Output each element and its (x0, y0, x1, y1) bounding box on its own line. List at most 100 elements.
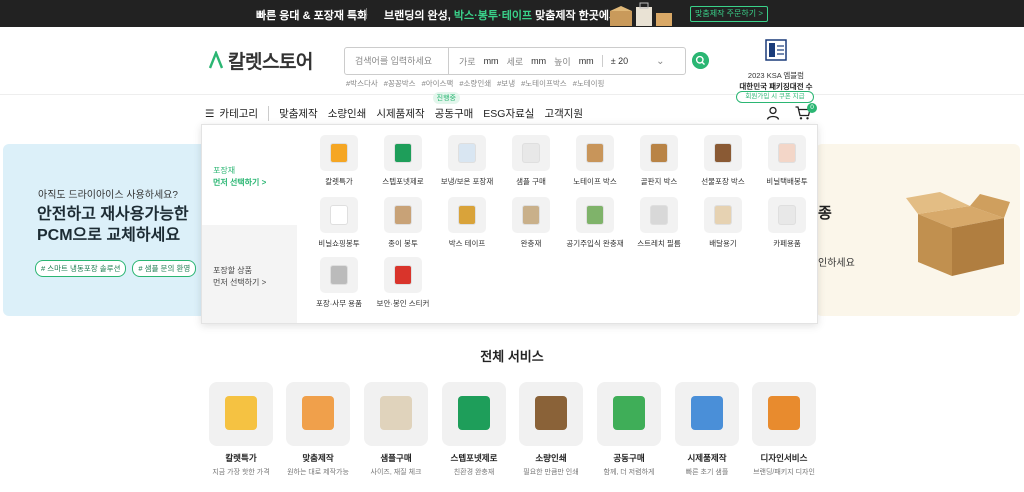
signup-coupon-button[interactable]: 회원가입 시 쿠폰 지급 (736, 91, 814, 103)
mega-menu-item[interactable]: 노테이프 박스 (563, 135, 627, 187)
nav-item-custom[interactable]: 맞춤제작 (279, 106, 318, 121)
custom-order-icon (286, 382, 350, 446)
tolerance-select[interactable]: ± 20 (611, 56, 628, 66)
mega-menu-item-label: 종이 봉투 (388, 239, 418, 248)
footprint-icon (442, 382, 506, 446)
insulated-pack-icon (448, 135, 486, 171)
mega-menu-item[interactable]: 배달용기 (691, 197, 755, 249)
main-nav: ☰ 카테고리 맞춤제작 소량인쇄 시제품제작 진행중 공동구매 ESG자료실 고… (205, 92, 593, 121)
mega-menu-item[interactable]: 카페용품 (755, 197, 819, 249)
width-unit: mm (483, 56, 499, 66)
banner-question: 아직도 드라이아이스 사용하세요? (38, 190, 178, 201)
nav-item-small-print[interactable]: 소량인쇄 (328, 106, 367, 121)
cushioning-icon (512, 197, 550, 233)
mega-menu-item[interactable]: 보냉/보온 포장재 (435, 135, 499, 187)
cart-count-badge: 0 (807, 103, 817, 113)
custom-order-button[interactable]: 맞춤제작 주문하기 > (690, 6, 768, 22)
service-card[interactable]: 공동구매함께, 더 저렴하게 (596, 382, 662, 477)
service-card[interactable]: 칼렛특가 지금 가장 핫한 가격 (208, 382, 274, 477)
search-icon[interactable] (692, 52, 709, 69)
mega-menu-item-label: 공기주입식 완충재 (566, 239, 624, 248)
tab-sublabel: 먼저 선택하기 > (213, 178, 267, 187)
service-card[interactable]: 샘플구매 사이즈, 재질 체크 (363, 382, 429, 477)
tab-sublabel: 먼저 선택하기 > (213, 278, 267, 287)
mega-menu-item[interactable]: 비닐택배봉투 (755, 135, 819, 187)
service-desc: 함께, 더 저렴하게 (603, 469, 655, 476)
mega-menu-item[interactable]: 샘플 구매 (499, 135, 563, 187)
mega-menu-item-label: 비닐쇼핑봉투 (318, 239, 360, 248)
box-promo-banner[interactable]: 종 인하세요 (816, 144, 1020, 316)
service-name: 스텝포넷제로 (450, 453, 498, 463)
chevron-down-icon[interactable]: ⌄ (656, 56, 664, 67)
header-divider (0, 94, 1024, 95)
ksa-emblem-icon (765, 39, 787, 61)
mega-menu-item-label: 스텝포넷제로 (382, 177, 424, 186)
mega-menu-item[interactable]: 칼렛특가 (307, 135, 371, 187)
stretch-film-icon (640, 197, 678, 233)
service-desc: 원하는 대로 제작가능 (287, 469, 349, 476)
mega-menu-item-label: 포장·사무 용품 (316, 299, 362, 308)
search-tag[interactable]: #박스다사 (346, 78, 378, 89)
search-tag[interactable]: #소량인쇄 (459, 78, 491, 89)
site-logo[interactable]: 칼렛스토어 (208, 48, 320, 73)
banner-chip[interactable]: # 샘플 문의 환영 (132, 260, 197, 277)
nav-item-prototype[interactable]: 시제품제작 (376, 106, 424, 121)
service-name: 칼렛특가 (225, 453, 257, 463)
mega-menu-item[interactable]: 비닐쇼핑봉투 (307, 197, 371, 249)
service-card[interactable]: 스텝포넷제로 친환경 완충재 (441, 382, 507, 477)
nav-item-support[interactable]: 고객지원 (544, 106, 583, 121)
search-tag[interactable]: #노테이핑 (573, 78, 605, 89)
banner-text-fragment: 종 (818, 205, 832, 222)
mega-menu-item[interactable]: 스트레치 필름 (627, 197, 691, 249)
search-tag[interactable]: #보냉 (497, 78, 515, 89)
tab-by-material[interactable]: 포장재 먼저 선택하기 > (202, 125, 297, 225)
mega-menu-item[interactable]: 골판지 박스 (627, 135, 691, 187)
search-tag[interactable]: #꽁꽁박스 (384, 78, 416, 89)
size-filter[interactable]: 가로 mm 세로 mm 높이 mm ± 20 ⌄ (449, 48, 665, 74)
mega-menu-item[interactable]: 보안·봉인 스티커 (371, 257, 435, 309)
search-input[interactable]: 검색어를 입력하세요 (345, 48, 449, 74)
paper-bag-icon (384, 197, 422, 233)
mega-menu-item[interactable]: 포장·사무 용품 (307, 257, 371, 309)
dims-divider (601, 55, 603, 67)
packaging-illustration-icon (610, 2, 672, 26)
service-card[interactable]: 소량인쇄 필요한 만큼만 인쇄 (518, 382, 584, 477)
service-name: 공동구매 (613, 453, 645, 463)
mega-menu-item-label: 샘플 구매 (516, 177, 546, 186)
mega-menu-item-label: 보냉/보온 포장재 (440, 177, 494, 186)
mega-menu-item[interactable]: 완충재 (499, 197, 563, 249)
gift-box-icon (704, 135, 742, 171)
tag-icon (320, 135, 358, 171)
mega-menu-item[interactable]: 박스 테이프 (435, 197, 499, 249)
service-card[interactable]: 시제품제작 빠른 초기 샘플 (674, 382, 740, 477)
banner-chips: # 스마트 냉동포장 솔루션 # 샘플 문의 환영 (35, 260, 197, 277)
mega-menu-item[interactable]: 종이 봉투 (371, 197, 435, 249)
office-supplies-icon (320, 257, 358, 293)
mega-menu-item-label: 박스 테이프 (448, 239, 486, 248)
category-label: 카테고리 (219, 108, 259, 120)
banner-chip[interactable]: # 스마트 냉동포장 솔루션 (35, 260, 127, 277)
category-mega-menu: 포장재 먼저 선택하기 > 포장할 상품 먼저 선택하기 > 칼렛특가 스텝포넷제… (201, 124, 818, 324)
tab-label: 포장재 (213, 166, 236, 175)
service-card[interactable]: 디자인서비스 브랜딩/패키지 디자인 (751, 382, 817, 477)
cardboard-box-illustration-icon (906, 192, 1010, 276)
user-icon[interactable] (766, 106, 780, 120)
service-desc: 브랜딩/패키지 디자인 (753, 469, 815, 476)
service-card[interactable]: 맞춤제작 원하는 대로 제작가능 (285, 382, 351, 477)
mega-menu-item[interactable]: 공기주입식 완충재 (563, 197, 627, 249)
nav-item-group-buy[interactable]: 진행중 공동구매 (432, 92, 473, 121)
depth-unit: mm (531, 56, 547, 66)
mega-menu-item-label: 카페용품 (773, 239, 801, 248)
nav-item-esg[interactable]: ESG자료실 (483, 106, 534, 121)
mega-menu-item[interactable]: 스텝포넷제로 (371, 135, 435, 187)
search-tag[interactable]: #아이스팩 (422, 78, 454, 89)
search-tag[interactable]: #노테이프박스 (521, 78, 567, 89)
mega-menu-item-label: 선물포장 박스 (701, 177, 745, 186)
shopping-bag-icon (320, 197, 358, 233)
category-menu-button[interactable]: ☰ 카테고리 (205, 106, 270, 121)
mega-menu-item-label: 보안·봉인 스티커 (376, 299, 430, 308)
sample-pack-icon (512, 135, 550, 171)
price-tag-icon (209, 382, 273, 446)
mega-menu-item[interactable]: 선물포장 박스 (691, 135, 755, 187)
logo-text: 칼렛스토어 (228, 51, 313, 73)
